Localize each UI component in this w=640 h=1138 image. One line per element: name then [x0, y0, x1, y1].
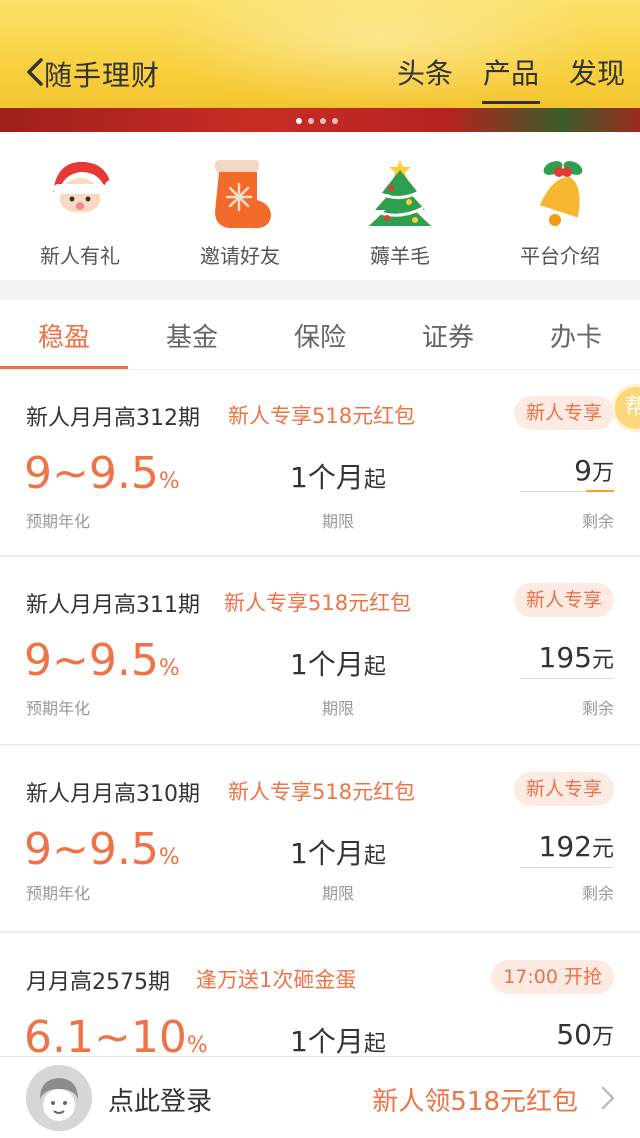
avatar-face — [26, 1065, 92, 1131]
rate-value: 9~9.5 — [24, 824, 159, 875]
pagination-dot[interactable] — [320, 118, 326, 124]
product-remaining: 9万 — [520, 454, 614, 492]
product-rate: 6.1~10% — [24, 1012, 208, 1058]
term-label: 期限 — [322, 699, 355, 718]
santa-icon — [53, 161, 117, 230]
christmas-stocking-icon — [215, 160, 271, 229]
remain-unit: 元 — [591, 837, 614, 862]
pagination-dot[interactable] — [308, 118, 314, 124]
tab-insurance[interactable]: 保险 — [256, 300, 384, 369]
quick-links: 新人有礼 邀请好友 薅羊毛 平台介绍 — [0, 132, 640, 280]
avatar-icon[interactable] — [26, 1065, 92, 1131]
product-name: 新人月月高311期 — [26, 593, 200, 618]
term-label: 期限 — [322, 512, 355, 531]
product-term: 1个月起 — [290, 832, 386, 872]
tab-funds[interactable]: 基金 — [128, 300, 256, 369]
remain-progress — [585, 490, 614, 492]
quick-link-label: 新人有礼 — [40, 244, 120, 268]
term-suffix: 起 — [363, 844, 386, 869]
remain-value: 195 — [538, 641, 592, 674]
product-term: 1个月起 — [290, 643, 386, 683]
chevron-right-icon[interactable] — [600, 1085, 616, 1111]
tab-headlines[interactable]: 头条 — [382, 52, 468, 104]
quick-link-invite-friends[interactable]: 邀请好友 — [160, 132, 320, 280]
quick-link-freebies[interactable]: 薅羊毛 — [320, 132, 480, 280]
banner-pagination — [296, 118, 338, 124]
remain-value: 192 — [538, 830, 592, 863]
product-rate: 9~9.5% — [24, 448, 180, 499]
product-rate: 9~9.5% — [24, 824, 180, 875]
rate-unit: % — [158, 469, 180, 494]
remain-unit: 元 — [591, 648, 614, 673]
remain-label: 剩余 — [581, 512, 614, 531]
rate-unit: % — [158, 656, 180, 681]
pagination-dot[interactable] — [332, 118, 338, 124]
top-tabs: 头条 产品 发现 — [382, 52, 640, 104]
tab-wenying[interactable]: 稳盈 — [0, 300, 128, 369]
remain-value: 50 — [556, 1018, 592, 1051]
tab-discover[interactable]: 发现 — [554, 52, 640, 104]
newcomer-gift-link[interactable]: 新人领518元红包 — [372, 1081, 578, 1118]
term-value: 1个月 — [290, 648, 364, 681]
rate-unit: % — [186, 1033, 208, 1058]
term-suffix: 起 — [363, 1032, 386, 1057]
pagination-dot[interactable] — [296, 118, 302, 124]
term-value: 1个月 — [290, 1025, 364, 1058]
product-badge: 新人专享 — [513, 583, 614, 617]
term-label: 期限 — [322, 884, 355, 903]
app-title: 随手理财 — [44, 59, 161, 92]
term-value: 1个月 — [290, 837, 364, 870]
product-badge: 新人专享 — [513, 772, 614, 806]
remain-value: 9 — [574, 454, 592, 487]
term-suffix: 起 — [363, 655, 386, 680]
rate-label: 预期年化 — [26, 512, 91, 531]
christmas-tree-icon — [369, 160, 431, 226]
quick-link-label: 邀请好友 — [200, 244, 280, 268]
login-link[interactable]: 点此登录 — [108, 1081, 212, 1118]
product-term: 1个月起 — [290, 1020, 386, 1058]
product-remaining: 192元 — [520, 830, 614, 868]
tab-securities[interactable]: 证券 — [384, 300, 512, 369]
product-term: 1个月起 — [290, 456, 386, 496]
term-suffix: 起 — [363, 468, 386, 493]
quick-link-newcomer-gift[interactable]: 新人有礼 — [0, 132, 160, 280]
product-badge: 17:00 开抢 — [491, 960, 614, 994]
rate-label: 预期年化 — [26, 699, 91, 718]
product-promo: 逢万送1次砸金蛋 — [196, 968, 357, 992]
rate-value: 9~9.5 — [24, 448, 159, 499]
quick-link-label: 平台介绍 — [520, 244, 600, 268]
remain-label: 剩余 — [581, 884, 614, 903]
rate-unit: % — [158, 845, 180, 870]
product-promo: 新人专享518元红包 — [228, 404, 416, 428]
product-promo: 新人专享518元红包 — [224, 591, 412, 615]
product-card[interactable]: 月月高2575期 逢万送1次砸金蛋 17:00 开抢 6.1~10% 1个月起 … — [0, 934, 640, 1058]
product-card[interactable]: 新人月月高310期 新人专享518元红包 新人专享 9~9.5% 预期年化 1个… — [0, 746, 640, 932]
quick-link-platform-intro[interactable]: 平台介绍 — [480, 132, 640, 280]
quick-link-label: 薅羊毛 — [370, 244, 430, 268]
product-name: 新人月月高310期 — [26, 782, 200, 807]
remain-unit: 万 — [591, 461, 614, 486]
product-card[interactable]: 新人月月高311期 新人专享518元红包 新人专享 9~9.5% 预期年化 1个… — [0, 557, 640, 745]
remain-label: 剩余 — [581, 699, 614, 718]
remain-unit: 万 — [591, 1025, 614, 1050]
tab-credit-card[interactable]: 办卡 — [512, 300, 640, 369]
product-badge: 新人专享 — [513, 396, 614, 430]
product-name: 新人月月高312期 — [26, 406, 200, 431]
product-remaining: 195元 — [520, 641, 614, 679]
product-promo: 新人专享518元红包 — [228, 780, 416, 804]
rate-value: 6.1~10 — [24, 1012, 187, 1058]
tab-products[interactable]: 产品 — [468, 52, 554, 104]
rate-label: 预期年化 — [26, 884, 91, 903]
term-value: 1个月 — [290, 461, 364, 494]
rate-value: 9~9.5 — [24, 635, 159, 686]
header: 随手理财 头条 产品 发现 — [0, 0, 640, 132]
product-remaining: 50万 — [520, 1018, 614, 1055]
category-tabs: 稳盈 基金 保险 证券 办卡 — [0, 300, 640, 370]
product-card[interactable]: 新人月月高312期 新人专享518元红包 新人专享 9~9.5% 预期年化 1个… — [0, 370, 640, 556]
product-rate: 9~9.5% — [24, 635, 180, 686]
bottom-login-bar[interactable]: 点此登录 新人领518元红包 — [0, 1056, 640, 1138]
chevron-left-icon — [27, 58, 43, 86]
bell-icon — [539, 161, 583, 226]
product-name: 月月高2575期 — [26, 970, 170, 995]
